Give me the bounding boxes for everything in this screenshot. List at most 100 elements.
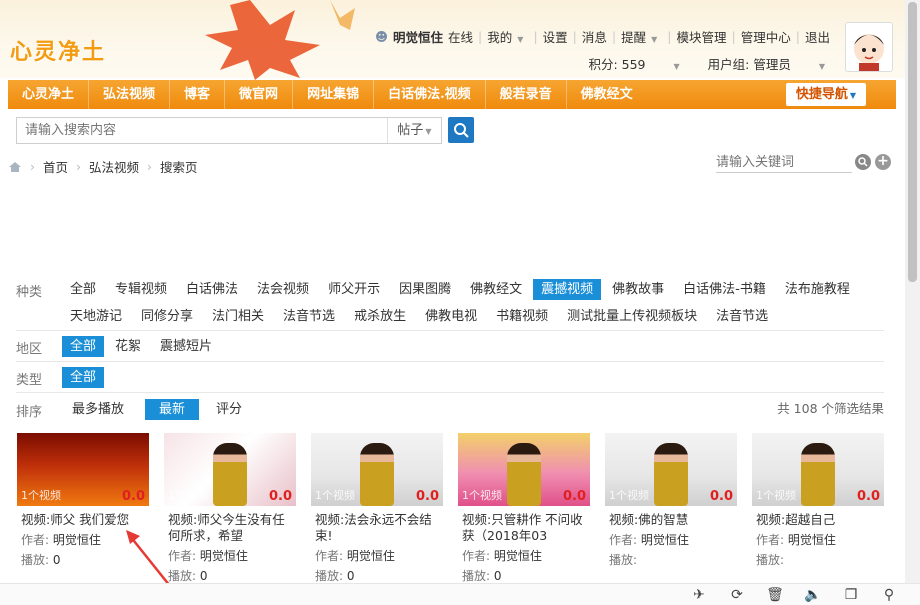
kind-options: 全部 专辑视频 白话佛法 法会视频 师父开示 因果图腾 佛教经文 震撼视频 佛教故事 白话佛法-书… (62, 277, 884, 330)
settings-link[interactable]: 设置 (543, 27, 568, 46)
kind-option[interactable]: 佛教经文 (462, 279, 530, 300)
rocket-icon[interactable]: ✈ (690, 586, 708, 604)
speaker-figure (360, 443, 394, 506)
site-logo[interactable]: 心灵净土 (10, 34, 106, 66)
scrollbar-thumb[interactable] (908, 2, 917, 282)
author-name[interactable]: 明觉恒住 (347, 549, 395, 563)
video-thumbnail[interactable]: 1个视频 0.0 (311, 433, 443, 506)
remind-menu[interactable]: 提醒 ▼ (621, 27, 662, 46)
video-title[interactable]: 视频:师父今生没有任何所求，希望 (164, 512, 296, 544)
kind-option[interactable]: 佛教电视 (417, 306, 485, 327)
kind-option[interactable]: 书籍视频 (488, 306, 556, 327)
vertical-scrollbar[interactable] (905, 0, 920, 583)
volume-icon[interactable]: 🔈 (804, 586, 822, 604)
video-thumbnail[interactable]: 1个视频 0.0 (605, 433, 737, 506)
type-option[interactable]: 全部 (62, 367, 105, 388)
messages-link[interactable]: 消息 (582, 27, 607, 46)
plays-count: 0 (52, 553, 61, 567)
video-thumbnail[interactable]: 1个视频 0.0 (164, 433, 296, 506)
kind-option[interactable]: 师父开示 (320, 279, 388, 300)
video-card[interactable]: 1个视频 0.0 视频:佛的智慧 作者: 明觉恒住 播放: (605, 433, 737, 584)
author-name[interactable]: 明觉恒住 (53, 533, 101, 547)
nav-item-micro-site[interactable]: 微官网 (225, 80, 294, 109)
nav-item-audio[interactable]: 般若录音 (486, 80, 567, 109)
kind-option[interactable]: 戒杀放生 (346, 306, 414, 327)
nav-item-blog[interactable]: 博客 (170, 80, 226, 109)
plays-label: 播放: (21, 553, 50, 567)
video-title[interactable]: 视频:佛的智慧 (605, 512, 737, 528)
logout-link[interactable]: 退出 (805, 27, 830, 46)
add-icon[interactable]: + (875, 154, 891, 170)
result-count: 共 108 个筛选结果 (777, 401, 884, 416)
area-option[interactable]: 震撼短片 (152, 336, 220, 357)
breadcrumb: › 首页 › 弘法视频 › 搜索页 (8, 157, 198, 176)
search-icon[interactable]: ⚲ (880, 586, 898, 604)
filter-label: 种类 (16, 285, 43, 300)
kind-option[interactable]: 同修分享 (133, 306, 201, 327)
home-icon[interactable] (8, 161, 22, 173)
kind-option[interactable]: 佛教故事 (604, 279, 672, 300)
area-option[interactable]: 花絮 (107, 336, 149, 357)
video-card[interactable]: 1个视频 0.0 视频:超越自己 作者: 明觉恒住 播放: (752, 433, 884, 584)
kind-option[interactable]: 震撼视频 (533, 279, 602, 300)
video-title[interactable]: 视频:超越自己 (752, 512, 884, 528)
kind-option[interactable]: 测试批量上传视频板块 (559, 306, 705, 327)
kind-option[interactable]: 法门相关 (204, 306, 272, 327)
user-group-menu[interactable]: 用户组: 管理员 ▼ (708, 54, 825, 73)
search-input[interactable] (17, 118, 387, 143)
author-name[interactable]: 明觉恒住 (788, 533, 836, 547)
kind-option[interactable]: 白话佛法 (178, 279, 246, 300)
nav-item-videos[interactable]: 弘法视频 (89, 80, 171, 109)
author-label: 作者: (21, 533, 50, 547)
video-score: 0.0 (121, 489, 145, 504)
kind-option[interactable]: 法会视频 (249, 279, 317, 300)
nav-item-home[interactable]: 心灵净土 (8, 80, 90, 109)
nav-item-talks-video[interactable]: 白话佛法.视频 (374, 80, 486, 109)
video-card[interactable]: 1个视频 0.0 视频:师父今生没有任何所求，希望 作者: 明觉恒住 播放: 0 (164, 433, 296, 584)
video-thumbnail[interactable]: 1个视频 0.0 (752, 433, 884, 506)
kind-option[interactable]: 全部 (62, 279, 104, 300)
sort-option-most-played[interactable]: 最多播放 (62, 399, 134, 420)
filter-label: 地区 (16, 342, 43, 357)
author-name[interactable]: 明觉恒住 (641, 533, 689, 547)
module-admin-link[interactable]: 模块管理 (677, 27, 727, 46)
author-name[interactable]: 明觉恒住 (494, 549, 542, 563)
search-box: 帖子▼ (16, 117, 442, 144)
sort-option-rating[interactable]: 评分 (202, 399, 256, 420)
video-title[interactable]: 视频:只管耕作 不问收获（2018年03 (458, 512, 590, 544)
trash-icon[interactable]: 🗑 (766, 586, 784, 604)
breadcrumb-home[interactable]: 首页 (43, 157, 68, 176)
video-title[interactable]: 视频:师父 我们爱您 (17, 512, 149, 528)
username-link[interactable]: 明觉恒住 (393, 27, 443, 46)
sort-option-newest[interactable]: 最新 (145, 399, 200, 420)
author-name[interactable]: 明觉恒住 (200, 549, 248, 563)
kind-option[interactable]: 法音节选 (708, 306, 776, 327)
points-menu[interactable]: 积分: 559 ▼ (588, 54, 679, 73)
nav-item-links[interactable]: 网址集锦 (293, 80, 375, 109)
nav-item-scripture[interactable]: 佛教经文 (567, 80, 647, 109)
my-menu[interactable]: 我的 ▼ (487, 27, 528, 46)
video-card[interactable]: 1个视频 0.0 视频:法会永远不会结束! 作者: 明觉恒住 播放: 0 (311, 433, 443, 584)
refresh-icon[interactable]: ⟳ (728, 586, 746, 604)
avatar[interactable] (845, 22, 893, 72)
kind-option[interactable]: 天地游记 (62, 306, 130, 327)
kind-option[interactable]: 专辑视频 (107, 279, 175, 300)
kind-option[interactable]: 法音节选 (275, 306, 343, 327)
admin-center-link[interactable]: 管理中心 (741, 27, 791, 46)
kind-option[interactable]: 法布施教程 (777, 279, 858, 300)
kind-option[interactable]: 因果图腾 (391, 279, 459, 300)
quick-nav-button[interactable]: 快捷导航 ▼ (786, 83, 866, 106)
keyword-search-input[interactable] (716, 153, 852, 173)
window-icon[interactable]: ❐ (842, 586, 860, 604)
keyword-search-button[interactable] (855, 154, 871, 170)
chevron-down-icon: ▼ (818, 62, 825, 71)
video-thumbnail[interactable]: 1个视频 0.0 (458, 433, 590, 506)
kind-option[interactable]: 白话佛法-书籍 (675, 279, 774, 300)
video-thumbnail[interactable]: 1个视频 0.0 (17, 433, 149, 506)
breadcrumb-videos[interactable]: 弘法视频 (89, 157, 139, 176)
video-card[interactable]: 1个视频 0.0 视频:只管耕作 不问收获（2018年03 作者: 明觉恒住 播放: 0 (458, 433, 590, 584)
video-title[interactable]: 视频:法会永远不会结束! (311, 512, 443, 544)
search-button[interactable] (448, 117, 474, 143)
search-type-select[interactable]: 帖子 ▼ (387, 118, 441, 143)
area-option[interactable]: 全部 (62, 336, 105, 357)
